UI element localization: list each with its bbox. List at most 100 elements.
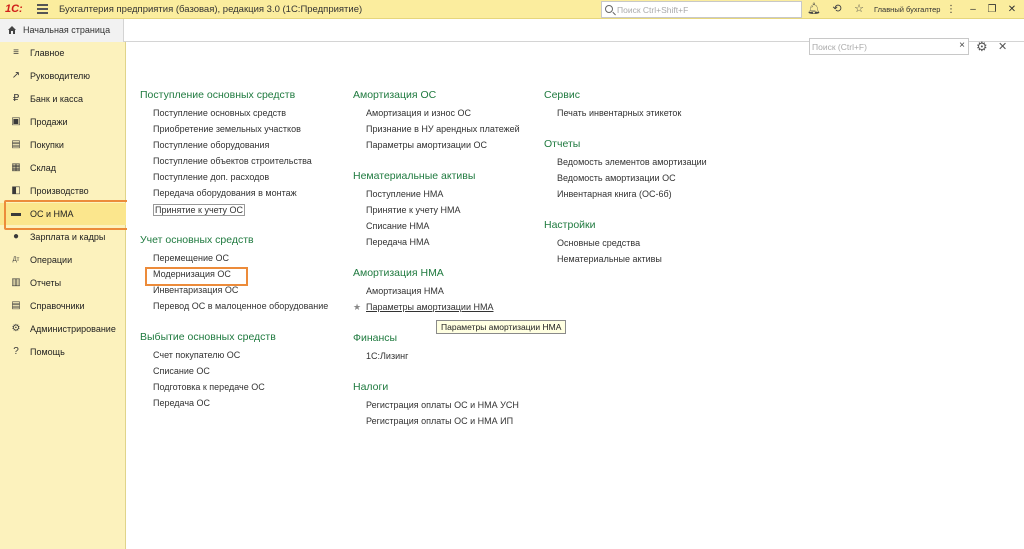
sidebar-item[interactable]: ▥ Отчеты — [0, 272, 126, 294]
nav-link[interactable]: Подготовка к передаче ОС — [153, 382, 265, 392]
nav-link[interactable]: Перемещение ОС — [153, 253, 229, 263]
section-search-box[interactable]: × — [809, 38, 969, 55]
sidebar-item-icon: ● — [12, 231, 20, 242]
nav-link[interactable]: Регистрация оплаты ОС и НМА УСН — [366, 400, 519, 410]
sidebar-item-icon: Дт — [12, 257, 20, 263]
sidebar-item[interactable]: ▬ ОС и НМА — [0, 203, 126, 225]
sidebar-item-label: Руководителю — [30, 71, 91, 81]
nav-link[interactable]: Передача ОС — [153, 398, 210, 408]
nav-link[interactable]: 1С:Лизинг — [366, 351, 408, 361]
group-title: Финансы — [353, 332, 398, 344]
bell-icon[interactable]: 🔔︎ — [807, 3, 821, 16]
sidebar-item-label: Главное — [30, 48, 65, 58]
nav-link[interactable]: Параметры амортизации ОС — [366, 140, 487, 150]
title-bar: 1С: Бухгалтерия предприятия (базовая), р… — [0, 0, 1024, 19]
app-title: Бухгалтерия предприятия (базовая), редак… — [59, 4, 363, 15]
nav-link[interactable]: Признание в НУ арендных платежей — [366, 124, 520, 134]
sidebar-item[interactable]: ● Зарплата и кадры — [0, 226, 126, 248]
nav-link[interactable]: Передача оборудования в монтаж — [153, 188, 297, 198]
group-title: Выбытие основных средств — [140, 331, 276, 343]
sidebar-item[interactable]: ? Помощь — [0, 341, 126, 363]
history-icon[interactable]: ⟲ — [830, 3, 844, 16]
sidebar-item-icon: ▤ — [11, 300, 21, 311]
sidebar-item[interactable]: ⚙ Администрирование — [0, 318, 126, 340]
sidebar-item-icon: ▣ — [11, 116, 21, 127]
nav-link[interactable]: Поступление доп. расходов — [153, 172, 269, 182]
nav-link[interactable]: Инвентаризация ОС — [153, 285, 238, 295]
nav-link[interactable]: Принятие к учету ОС — [153, 204, 246, 216]
gear-icon[interactable]: ⚙ — [976, 39, 988, 55]
nav-link[interactable]: Приобретение земельных участков — [153, 124, 301, 134]
nav-link[interactable]: Счет покупателю ОС — [153, 350, 240, 360]
sidebar-item[interactable]: Дт Операции — [0, 249, 126, 271]
sidebar-item-label: Продажи — [30, 117, 68, 127]
group-title: Нематериальные активы — [353, 170, 476, 182]
maximize-icon[interactable]: ❐ — [985, 3, 999, 16]
nav-link[interactable]: Модернизация ОС — [153, 269, 231, 279]
nav-link[interactable]: Нематериальные активы — [557, 254, 662, 264]
nav-link[interactable]: Амортизация и износ ОС — [366, 108, 471, 118]
group-title: Отчеты — [544, 138, 581, 150]
sidebar-item-label: Зарплата и кадры — [30, 232, 106, 242]
close-icon[interactable]: ✕ — [998, 40, 1007, 53]
sidebar-item[interactable]: ▤ Покупки — [0, 134, 126, 156]
main-menu-icon[interactable] — [37, 4, 48, 14]
nav-link[interactable]: Поступление основных средств — [153, 108, 286, 118]
more-icon[interactable]: ⋮ — [944, 3, 958, 16]
nav-link[interactable]: Печать инвентарных этикеток — [557, 108, 681, 118]
group-title: Учет основных средств — [140, 234, 254, 246]
sidebar-item-icon: ≡ — [13, 47, 19, 58]
tab-home-label: Начальная страница — [23, 25, 111, 35]
close-window-icon[interactable]: ✕ — [1005, 3, 1019, 16]
nav-link[interactable]: Принятие к учету НМА — [366, 205, 461, 215]
nav-link[interactable]: Регистрация оплаты ОС и НМА ИП — [366, 416, 513, 426]
sidebar-item-icon: ↗ — [11, 70, 21, 81]
sidebar-item[interactable]: ▣ Продажи — [0, 111, 126, 133]
sidebar-item[interactable]: ▤ Справочники — [0, 295, 126, 317]
favorites-star-icon[interactable]: ☆ — [852, 3, 866, 16]
tab-home[interactable]: Начальная страница — [0, 19, 124, 42]
nav-link[interactable]: Амортизация НМА — [366, 286, 444, 296]
nav-link[interactable]: Ведомость амортизации ОС — [557, 173, 676, 183]
group-title: Поступление основных средств — [140, 89, 296, 101]
sidebar-item-icon: ◧ — [11, 185, 21, 196]
favorite-star-icon[interactable]: ★ — [353, 302, 361, 313]
nav-link[interactable]: Инвентарная книга (ОС-6б) — [557, 189, 672, 199]
username[interactable]: Главный бухгалтер — [874, 5, 940, 14]
group-title: Налоги — [353, 381, 389, 393]
sidebar-item-label: Производство — [30, 186, 89, 196]
nav-link[interactable]: Перевод ОС в малоценное оборудование — [153, 301, 328, 311]
nav-link[interactable]: Списание НМА — [366, 221, 429, 231]
global-search-box[interactable] — [601, 1, 802, 18]
sidebar-item-label: Склад — [30, 163, 57, 173]
nav-link[interactable]: Параметры амортизации НМА — [366, 302, 493, 312]
search-icon — [605, 5, 613, 13]
sidebar-item[interactable]: ↗ Руководителю — [0, 65, 126, 87]
app-logo: 1С: — [5, 3, 23, 15]
sidebar-item[interactable]: ₽ Банк и касса — [0, 88, 126, 110]
nav-link[interactable]: Поступление НМА — [366, 189, 443, 199]
sidebar-item-icon: ▦ — [11, 162, 21, 173]
sidebar-item-label: Отчеты — [30, 278, 62, 288]
nav-link[interactable]: Ведомость элементов амортизации — [557, 157, 707, 167]
sidebar-item-icon: ⚙ — [11, 323, 21, 334]
sidebar-item[interactable]: ◧ Производство — [0, 180, 126, 202]
group-title: Настройки — [544, 219, 596, 231]
sidebar-item[interactable]: ≡ Главное — [0, 42, 126, 64]
nav-link[interactable]: Передача НМА — [366, 237, 430, 247]
tooltip: Параметры амортизации НМА — [436, 320, 567, 334]
sidebar-item[interactable]: ▦ Склад — [0, 157, 126, 179]
group-title: Амортизация ОС — [353, 89, 437, 101]
minimize-icon[interactable]: – — [966, 3, 980, 16]
nav-link[interactable]: Списание ОС — [153, 366, 210, 376]
sidebar-item-icon: ▬ — [11, 208, 21, 219]
section-search-input[interactable] — [812, 40, 952, 53]
global-search-input[interactable] — [617, 3, 797, 16]
nav-link[interactable]: Поступление оборудования — [153, 140, 269, 150]
nav-link[interactable]: Основные средства — [557, 238, 640, 248]
clear-search-icon[interactable]: × — [959, 40, 965, 51]
sidebar-item-label: Помощь — [30, 347, 65, 357]
sidebar-item-label: ОС и НМА — [30, 209, 74, 219]
nav-link[interactable]: Поступление объектов строительства — [153, 156, 312, 166]
main-panel: × ⚙ ✕ Параметры амортизации НМА Поступле… — [127, 38, 1024, 549]
